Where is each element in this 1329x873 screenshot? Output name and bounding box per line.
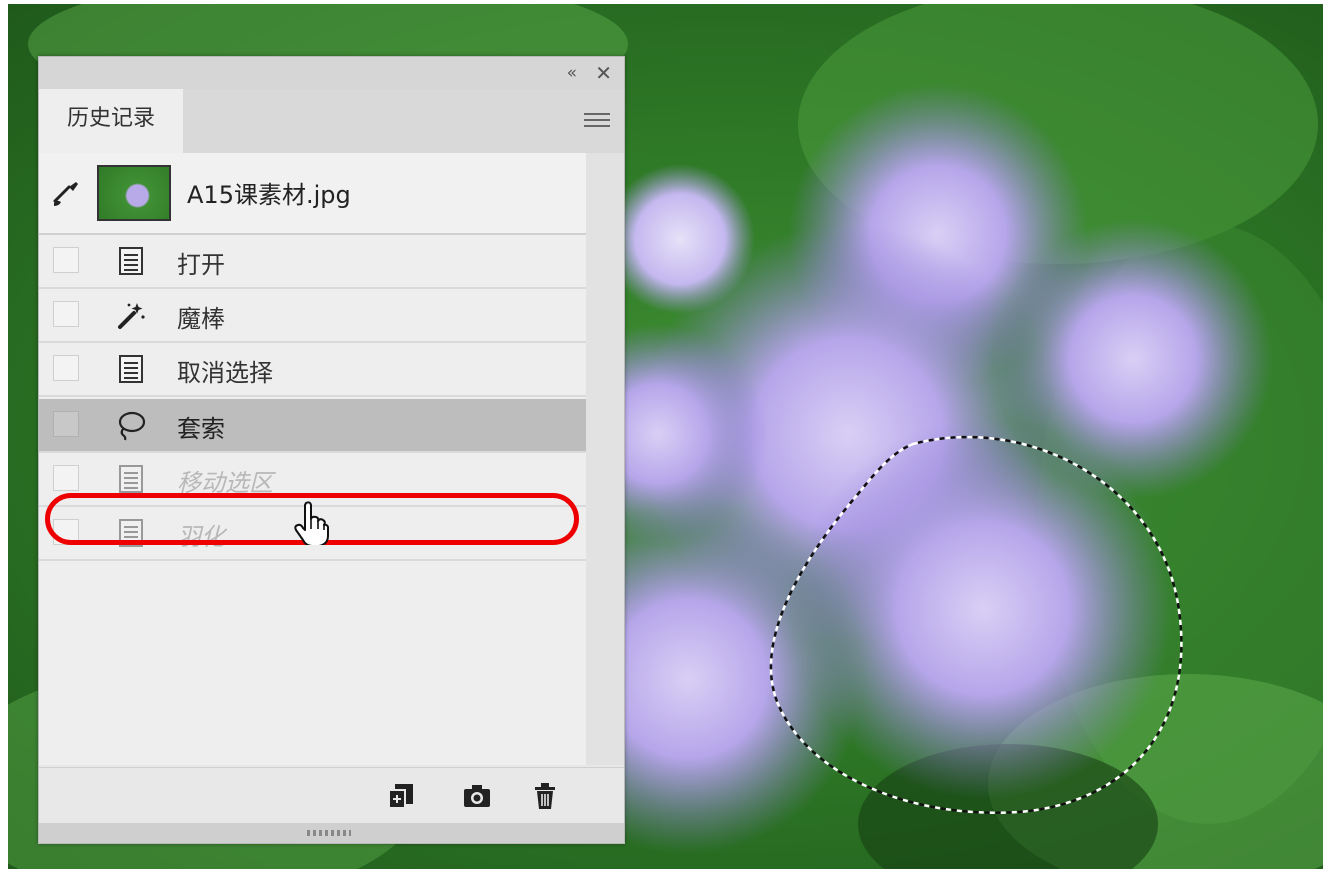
snapshot-label: A15课素材.jpg (187, 181, 351, 209)
step-label: 取消选择 (177, 359, 273, 387)
snapshot-thumbnail (97, 165, 171, 221)
history-snapshot[interactable]: A15课素材.jpg (39, 153, 586, 235)
history-list: A15课素材.jpg 打开 魔棒 取消选择 套索 移动选区 羽化 (39, 153, 586, 765)
camera-icon[interactable] (461, 780, 493, 812)
step-checkbox[interactable] (53, 247, 79, 273)
step-label: 套索 (177, 415, 225, 443)
step-label: 羽化 (177, 523, 225, 551)
step-label: 打开 (177, 251, 225, 279)
step-checkbox[interactable] (53, 519, 79, 545)
step-checkbox[interactable] (53, 465, 79, 491)
step-label: 移动选区 (177, 469, 273, 497)
panel-footer (39, 767, 624, 824)
document-icon (119, 355, 143, 383)
step-checkbox[interactable] (53, 301, 79, 327)
trash-icon[interactable] (529, 780, 561, 812)
history-step[interactable]: 魔棒 (39, 289, 586, 343)
history-step[interactable]: 打开 (39, 235, 586, 289)
collapse-panel-button[interactable]: « (567, 61, 578, 85)
hand-pointer-cursor-icon (294, 501, 329, 545)
history-brush-icon[interactable] (51, 179, 81, 209)
panel-resize-grip[interactable] (39, 823, 624, 843)
tab-history[interactable]: 历史记录 (39, 89, 183, 153)
document-icon (119, 247, 143, 275)
new-document-from-state-icon[interactable] (385, 780, 417, 812)
history-step-selected[interactable]: 套索 (39, 399, 586, 453)
document-icon (119, 465, 143, 493)
document-icon (119, 519, 143, 547)
step-label: 魔棒 (177, 305, 225, 333)
lasso-icon (118, 411, 146, 441)
history-step[interactable]: 取消选择 (39, 343, 586, 397)
step-checkbox[interactable] (53, 355, 79, 381)
close-panel-button[interactable]: ✕ (595, 61, 612, 85)
panel-tabbar: 历史记录 (39, 89, 624, 153)
step-checkbox[interactable] (53, 411, 79, 437)
history-scrollbar[interactable] (586, 153, 624, 765)
magic-wand-icon (118, 303, 145, 329)
history-panel: « ✕ 历史记录 A15课素材.jpg 打开 魔棒 取消选择 套索 移动选区 羽… (38, 56, 625, 844)
panel-menu-icon[interactable] (584, 109, 610, 131)
panel-titlebar[interactable]: « ✕ (39, 57, 624, 89)
